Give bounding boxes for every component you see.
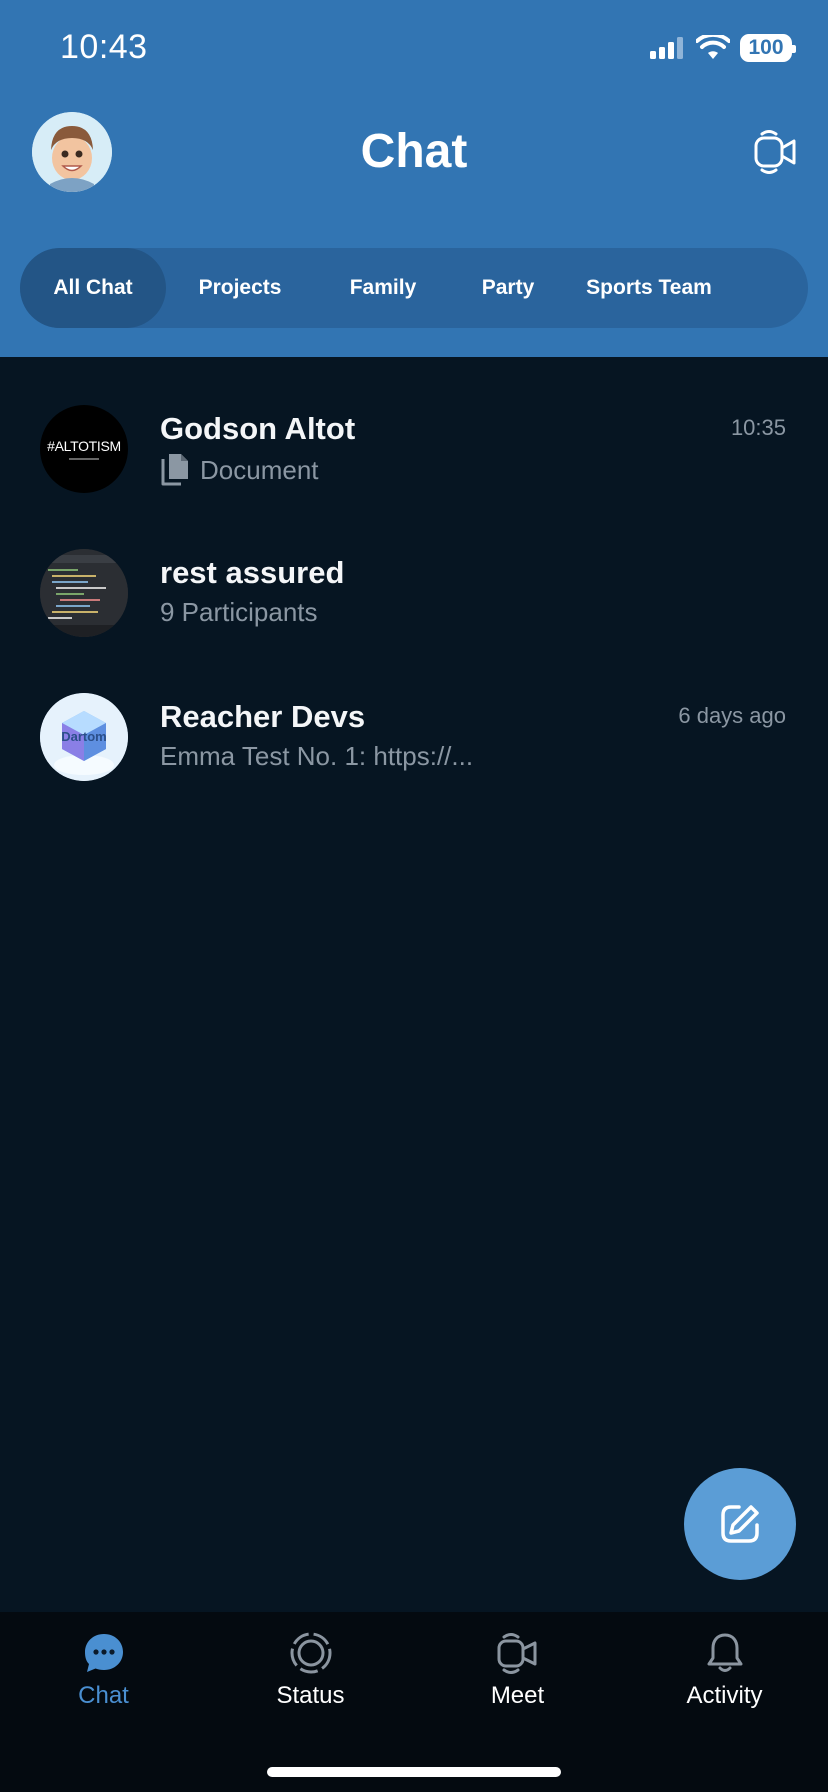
chat-bubble-icon — [81, 1630, 127, 1676]
avatar-text: Dartom — [61, 729, 107, 744]
header: 10:43 100 Chat All Chat Projects Family … — [0, 0, 828, 357]
status-ring-icon — [288, 1630, 334, 1676]
chat-row-reacher-devs[interactable]: Dartom Reacher Devs Emma Test No. 1: htt… — [0, 685, 828, 805]
code-screenshot-icon — [40, 549, 128, 637]
chat-preview: Document — [160, 453, 319, 487]
page-title: Chat — [360, 125, 468, 178]
chat-filter-tabs: All Chat Projects Family Party Sports Te… — [20, 248, 808, 328]
battery-icon: 100 — [740, 34, 796, 62]
video-camera-icon — [754, 130, 796, 174]
chat-row-rest-assured[interactable]: rest assured 9 Participants — [0, 541, 828, 661]
tab-family[interactable]: Family — [314, 248, 452, 328]
chat-row-godson-altot[interactable]: #ALTOTISM Godson Altot Document 10:35 — [0, 397, 828, 517]
document-icon — [161, 454, 188, 486]
chat-avatar: Dartom — [40, 693, 128, 781]
tab-party[interactable]: Party — [452, 248, 564, 328]
chat-name: rest assured — [160, 555, 345, 590]
pencil-square-icon — [721, 1505, 759, 1543]
nav-label: Status — [276, 1682, 345, 1709]
chat-avatar — [40, 549, 128, 637]
nav-label: Meet — [490, 1682, 545, 1709]
nav-label: Chat — [78, 1682, 129, 1709]
status-time: 10:43 — [60, 28, 148, 66]
nav-activity[interactable]: Activity — [621, 1612, 828, 1722]
chat-time: 10:35 — [730, 415, 786, 440]
tab-all-chat[interactable]: All Chat — [20, 248, 166, 328]
bottom-nav: Chat Status Meet Activity — [0, 1612, 828, 1792]
signal-icon — [650, 37, 683, 59]
chat-preview: Emma Test No. 1: https://... — [160, 741, 474, 771]
tab-projects[interactable]: Projects — [166, 248, 314, 328]
tab-sports-team[interactable]: Sports Team — [564, 248, 734, 328]
nav-label: Activity — [686, 1682, 763, 1709]
chat-time: 6 days ago — [678, 703, 786, 728]
avatar-text: #ALTOTISM — [47, 438, 121, 454]
bell-icon — [702, 1630, 748, 1676]
chat-name: Godson Altot — [160, 411, 356, 446]
chat-name: Reacher Devs — [160, 699, 366, 734]
nav-status[interactable]: Status — [207, 1612, 414, 1722]
chat-preview: 9 Participants — [160, 597, 318, 627]
compose-button[interactable] — [684, 1468, 796, 1580]
nav-meet[interactable]: Meet — [414, 1612, 621, 1722]
nav-chat[interactable]: Chat — [0, 1612, 207, 1722]
status-icons: 100 — [650, 34, 796, 62]
video-call-button[interactable] — [752, 126, 800, 178]
video-camera-icon — [495, 1630, 541, 1676]
avatar-underline — [69, 458, 99, 460]
chat-avatar: #ALTOTISM — [40, 405, 128, 493]
home-indicator — [267, 1767, 561, 1777]
wifi-icon — [696, 35, 730, 59]
chat-preview-text: Document — [200, 454, 319, 485]
